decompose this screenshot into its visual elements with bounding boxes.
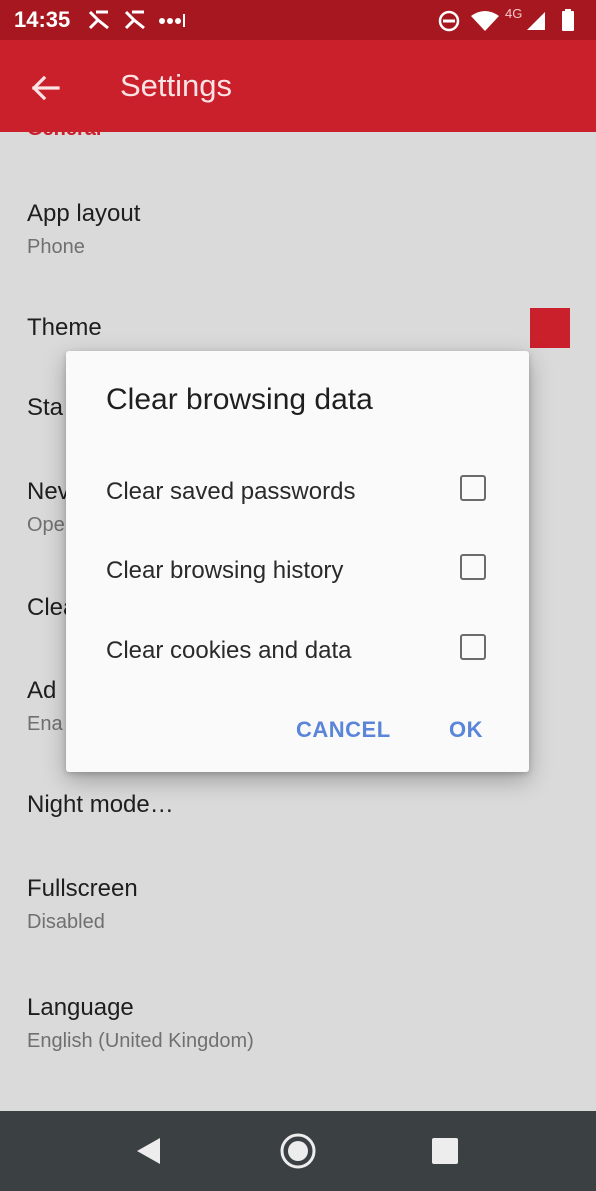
- checkbox[interactable]: [460, 634, 486, 660]
- ok-button[interactable]: OK: [449, 717, 483, 743]
- network-type-label: 4G: [505, 6, 523, 21]
- clear-browsing-data-dialog: Clear browsing data Clear saved password…: [66, 351, 529, 772]
- status-time: 14:35: [14, 7, 71, 32]
- setting-title: Night mode…: [27, 791, 174, 818]
- wifi-icon: [471, 11, 499, 31]
- back-triangle-icon[interactable]: [132, 1129, 166, 1173]
- setting-subtitle: Disabled: [27, 911, 105, 933]
- status-bar: 14:35 4G: [0, 0, 596, 40]
- do-not-disturb-icon: [438, 10, 460, 32]
- section-header-general: General: [27, 132, 101, 141]
- option-clear-saved-passwords[interactable]: Clear saved passwords: [66, 464, 529, 524]
- checkbox[interactable]: [460, 554, 486, 580]
- arrow-back-icon[interactable]: [28, 70, 64, 106]
- setting-title: Theme: [27, 314, 102, 341]
- recents-square-icon[interactable]: [428, 1129, 462, 1173]
- cancel-button[interactable]: CANCEL: [296, 717, 391, 743]
- notification-app-icon-2: [124, 10, 145, 30]
- option-label: Clear saved passwords: [106, 478, 356, 505]
- setting-title: Ad: [27, 677, 57, 704]
- setting-subtitle: Ope: [27, 514, 65, 536]
- option-clear-browsing-history[interactable]: Clear browsing history: [66, 543, 529, 603]
- setting-subtitle: English (United Kingdom): [27, 1030, 254, 1052]
- app-bar: Settings: [0, 40, 596, 132]
- notification-app-icon: [88, 10, 109, 30]
- page-title: Settings: [120, 68, 233, 103]
- setting-subtitle: Phone: [27, 236, 85, 258]
- option-clear-cookies-and-data[interactable]: Clear cookies and data: [66, 623, 529, 683]
- cell-signal-icon: [527, 12, 545, 30]
- setting-title: Fullscreen: [27, 875, 138, 902]
- setting-subtitle: Ena: [27, 713, 63, 735]
- option-label: Clear cookies and data: [106, 637, 352, 664]
- setting-title: Language: [27, 994, 134, 1021]
- more-notifications-icon: [159, 14, 185, 27]
- checkbox[interactable]: [460, 475, 486, 501]
- battery-icon: [562, 9, 574, 31]
- system-navigation-bar: [0, 1111, 596, 1191]
- dialog-title: Clear browsing data: [106, 383, 373, 416]
- setting-title: Nev: [27, 478, 70, 505]
- setting-title: App layout: [27, 200, 141, 227]
- option-label: Clear browsing history: [106, 557, 344, 584]
- setting-title: Sta: [27, 394, 64, 421]
- theme-color-swatch: [530, 308, 570, 348]
- home-circle-icon[interactable]: [276, 1129, 320, 1173]
